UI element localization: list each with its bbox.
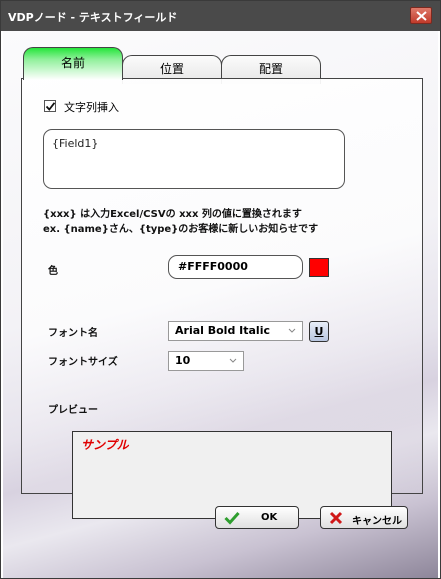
close-button[interactable] (410, 7, 432, 24)
font-name-select[interactable]: Arial Bold Italic (168, 321, 303, 341)
window-title: VDPノード - テキストフィールド (8, 11, 178, 24)
tab-label: 配置 (258, 62, 283, 76)
ok-button-label: OK (261, 512, 278, 523)
preview-label: プレビュー (48, 405, 98, 416)
underline-button[interactable]: U (309, 321, 329, 342)
dialog-body: 名前 位置 配置 文字列挿入 {Field1} {xxx} は入力Excel/C… (3, 31, 438, 578)
insert-text-label: 文字列挿入 (64, 101, 119, 114)
title-bar[interactable]: VDPノード - テキストフィールド (1, 1, 440, 31)
close-icon (416, 11, 427, 21)
ok-button[interactable]: OK (215, 506, 299, 529)
font-name-label: フォント名 (48, 328, 98, 339)
insert-text-checkbox[interactable] (44, 100, 56, 112)
chevron-down-icon (288, 328, 296, 333)
font-size-label: フォントサイズ (48, 357, 118, 368)
tab-name[interactable]: 名前 (23, 47, 123, 80)
checkmark-icon (45, 102, 56, 111)
tab-label: 位置 (159, 62, 184, 76)
cross-icon (329, 511, 343, 525)
color-input[interactable]: #FFFF0000 (168, 255, 303, 279)
color-label: 色 (48, 266, 58, 277)
font-size-value: 10 (175, 354, 191, 367)
color-swatch-button[interactable] (309, 258, 329, 277)
help-line-2: ex. {name}さん、{type}のお客様に新しいお知らせです (43, 224, 319, 235)
tab-label: 名前 (60, 56, 85, 70)
help-text: {xxx} は入力Excel/CSVの xxx 列の値に置換されます ex. {… (43, 207, 318, 237)
font-size-select[interactable]: 10 (168, 351, 244, 371)
cancel-button[interactable]: キャンセル (320, 506, 408, 529)
dialog-window: VDPノード - テキストフィールド 名前 位置 配置 文字列挿入 {Field… (0, 0, 441, 579)
tab-panel: 文字列挿入 {Field1} {xxx} は入力Excel/CSVの xxx 列… (21, 78, 423, 519)
checkmark-icon (224, 511, 240, 525)
text-field-input[interactable]: {Field1} (43, 129, 345, 189)
preview-sample-text: サンプル (81, 438, 129, 452)
help-line-1: {xxx} は入力Excel/CSVの xxx 列の値に置換されます (43, 209, 302, 220)
cancel-button-label: キャンセル (352, 516, 402, 527)
font-name-value: Arial Bold Italic (175, 324, 270, 337)
chevron-down-icon (229, 358, 237, 363)
